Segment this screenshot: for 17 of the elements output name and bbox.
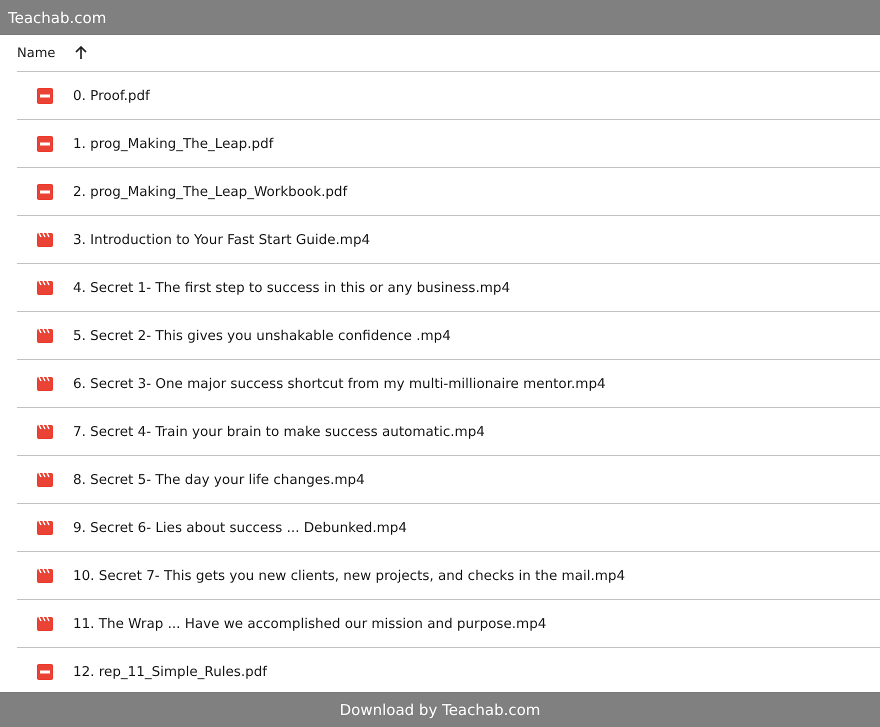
name-column-header[interactable]: Name <box>17 46 56 60</box>
file-name[interactable]: 12. rep_11_Simple_Rules.pdf <box>73 664 268 680</box>
file-name[interactable]: 6. Secret 3- One major success shortcut from my multi-millionaire mentor.mp4 <box>73 376 606 392</box>
file-name[interactable]: 8. Secret 5- The day your life changes.mp4 <box>73 472 365 488</box>
file-name[interactable]: 1. prog_Making_The_Leap.pdf <box>73 136 274 152</box>
file-name[interactable]: 7. Secret 4- Train your brain to make success automatic.mp4 <box>73 424 485 440</box>
site-title: Teachab.com <box>8 8 106 26</box>
file-name[interactable]: 4. Secret 1- The first step to success in this or any business.mp4 <box>73 280 510 296</box>
file-name[interactable]: 3. Introduction to Your Fast Start Guide.mp4 <box>73 232 370 248</box>
file-name[interactable]: 0. Proof.pdf <box>73 88 150 104</box>
file-name[interactable]: 5. Secret 2- This gives you unshakable confidence .mp4 <box>73 328 451 344</box>
sort-up-icon[interactable] <box>75 46 88 60</box>
file-name[interactable]: 9. Secret 6- Lies about success ... Debunked.mp4 <box>73 520 407 536</box>
file-name[interactable]: 11. The Wrap ... Have we accomplished our mission and purpose.mp4 <box>73 616 546 632</box>
file-name[interactable]: 2. prog_Making_The_Leap_Workbook.pdf <box>73 184 348 200</box>
file-name[interactable]: 10. Secret 7- This gets you new clients, new projects, and checks in the mail.mp4 <box>73 568 626 584</box>
download-credit: Download by Teachab.com <box>340 700 540 718</box>
